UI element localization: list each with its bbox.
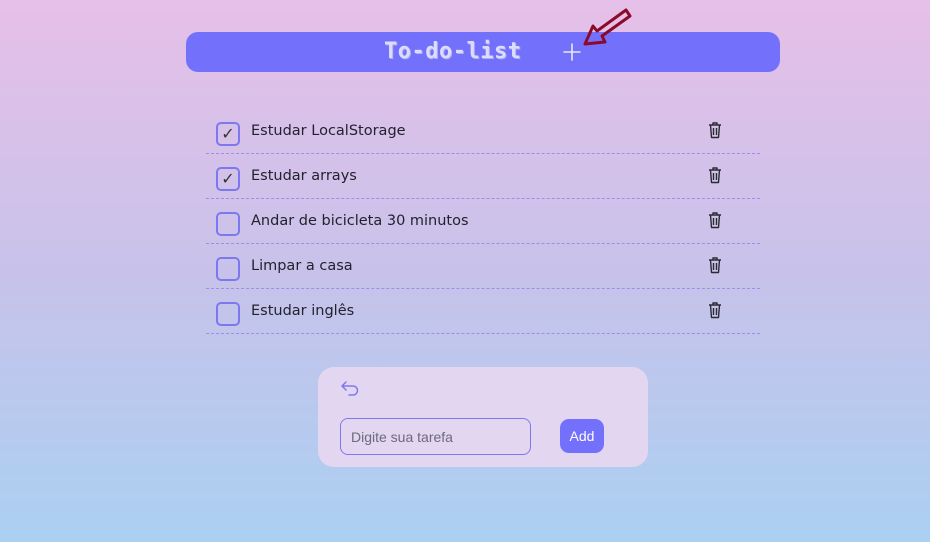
todo-list: ✓ Estudar LocalStorage ✓ Estudar arrays … (206, 109, 760, 334)
plus-icon (563, 43, 581, 61)
annotation-arrow-icon (583, 8, 632, 46)
app-title: To-do-list (384, 39, 522, 64)
todo-label: Estudar inglês (251, 303, 355, 319)
todo-label: Estudar arrays (251, 168, 357, 184)
todo-item: Andar de bicicleta 30 minutos (206, 199, 760, 244)
todo-label: Estudar LocalStorage (251, 123, 406, 139)
todo-checkbox[interactable]: ✓ (216, 122, 240, 146)
undo-arrow-icon[interactable] (340, 379, 360, 397)
add-task-panel: Add (318, 367, 648, 467)
trash-icon[interactable] (707, 301, 723, 319)
todo-checkbox[interactable] (216, 257, 240, 281)
todo-label: Limpar a casa (251, 258, 353, 274)
add-task-toggle-button[interactable] (560, 38, 584, 66)
todo-checkbox[interactable] (216, 302, 240, 326)
trash-icon[interactable] (707, 166, 723, 184)
todo-checkbox[interactable]: ✓ (216, 167, 240, 191)
add-button[interactable]: Add (560, 419, 604, 453)
task-input[interactable] (340, 418, 531, 455)
todo-item: ✓ Estudar arrays (206, 154, 760, 199)
todo-item: Estudar inglês (206, 289, 760, 334)
trash-icon[interactable] (707, 211, 723, 229)
trash-icon[interactable] (707, 121, 723, 139)
header-bar: To-do-list (186, 32, 780, 72)
todo-item: ✓ Estudar LocalStorage (206, 109, 760, 154)
todo-item: Limpar a casa (206, 244, 760, 289)
todo-label: Andar de bicicleta 30 minutos (251, 213, 469, 229)
todo-checkbox[interactable] (216, 212, 240, 236)
trash-icon[interactable] (707, 256, 723, 274)
